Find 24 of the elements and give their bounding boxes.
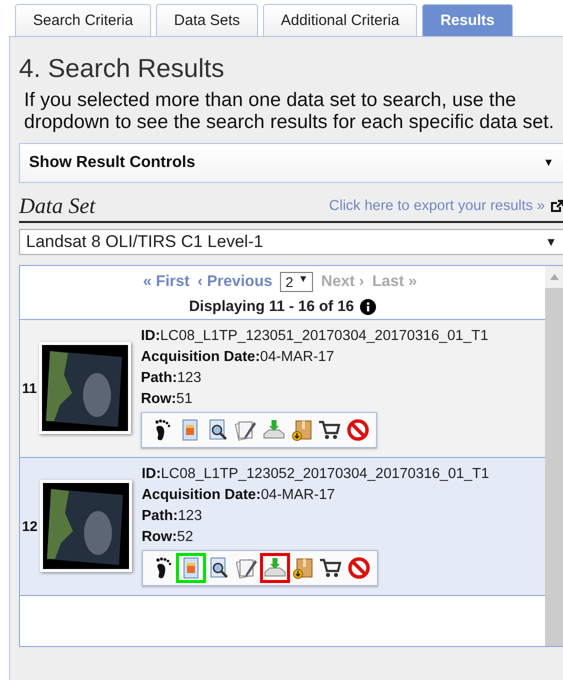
result-field: ID:LC08_L1TP_123052_20170304_20170316_01_T1 — [142, 464, 490, 485]
pager-link[interactable]: « First — [142, 273, 190, 291]
pager-link[interactable]: ‹ Previous — [197, 273, 272, 291]
result-field: Acquisition Date:04-MAR-17 — [140, 347, 488, 368]
tab[interactable]: Additional Criteria — [262, 4, 418, 36]
result-field: Acquisition Date:04-MAR-17 — [142, 485, 490, 506]
page-dropdown[interactable]: 2 ▼ — [280, 272, 314, 292]
result-row[interactable]: 11 ID:LC08_L1TP_123051_20170304_20170316_01_T1 Acquisition Date:04-MAR-17 Path:123 Row:51 — [20, 320, 547, 458]
data-set-heading: Data Set — [19, 193, 96, 219]
intro-text: If you selected more than one data set to search, use the dropdown to see the search results for each specific data set. — [24, 89, 556, 133]
result-controls-toggle[interactable]: Show Result Controls ▼ — [19, 143, 563, 183]
result-field: Path:123 — [142, 506, 490, 527]
result-field: ID:LC08_L1TP_123051_20170304_20170316_01_T1 — [140, 326, 488, 347]
result-field: Row:52 — [142, 527, 490, 548]
result-count: Displaying 11 - 16 of 16 — [188, 298, 354, 315]
result-field: Row:51 — [140, 389, 488, 410]
result-number: 12 — [22, 518, 38, 534]
tab[interactable]: Search Criteria — [15, 4, 152, 36]
tab[interactable]: Data Sets — [156, 4, 258, 36]
result-row[interactable]: 12 ID:LC08_L1TP_123052_20170304_20170316_01_T1 Acquisition Date:04-MAR-17 Path:123 Row:52 — [20, 458, 547, 596]
result-number: 11 — [22, 380, 37, 396]
result-field: Path:123 — [140, 368, 488, 389]
data-set-dropdown[interactable]: Landsat 8 OLI/TIRS C1 Level-1 ▼ — [19, 229, 563, 255]
section-title: 4. Search Results — [19, 53, 226, 84]
